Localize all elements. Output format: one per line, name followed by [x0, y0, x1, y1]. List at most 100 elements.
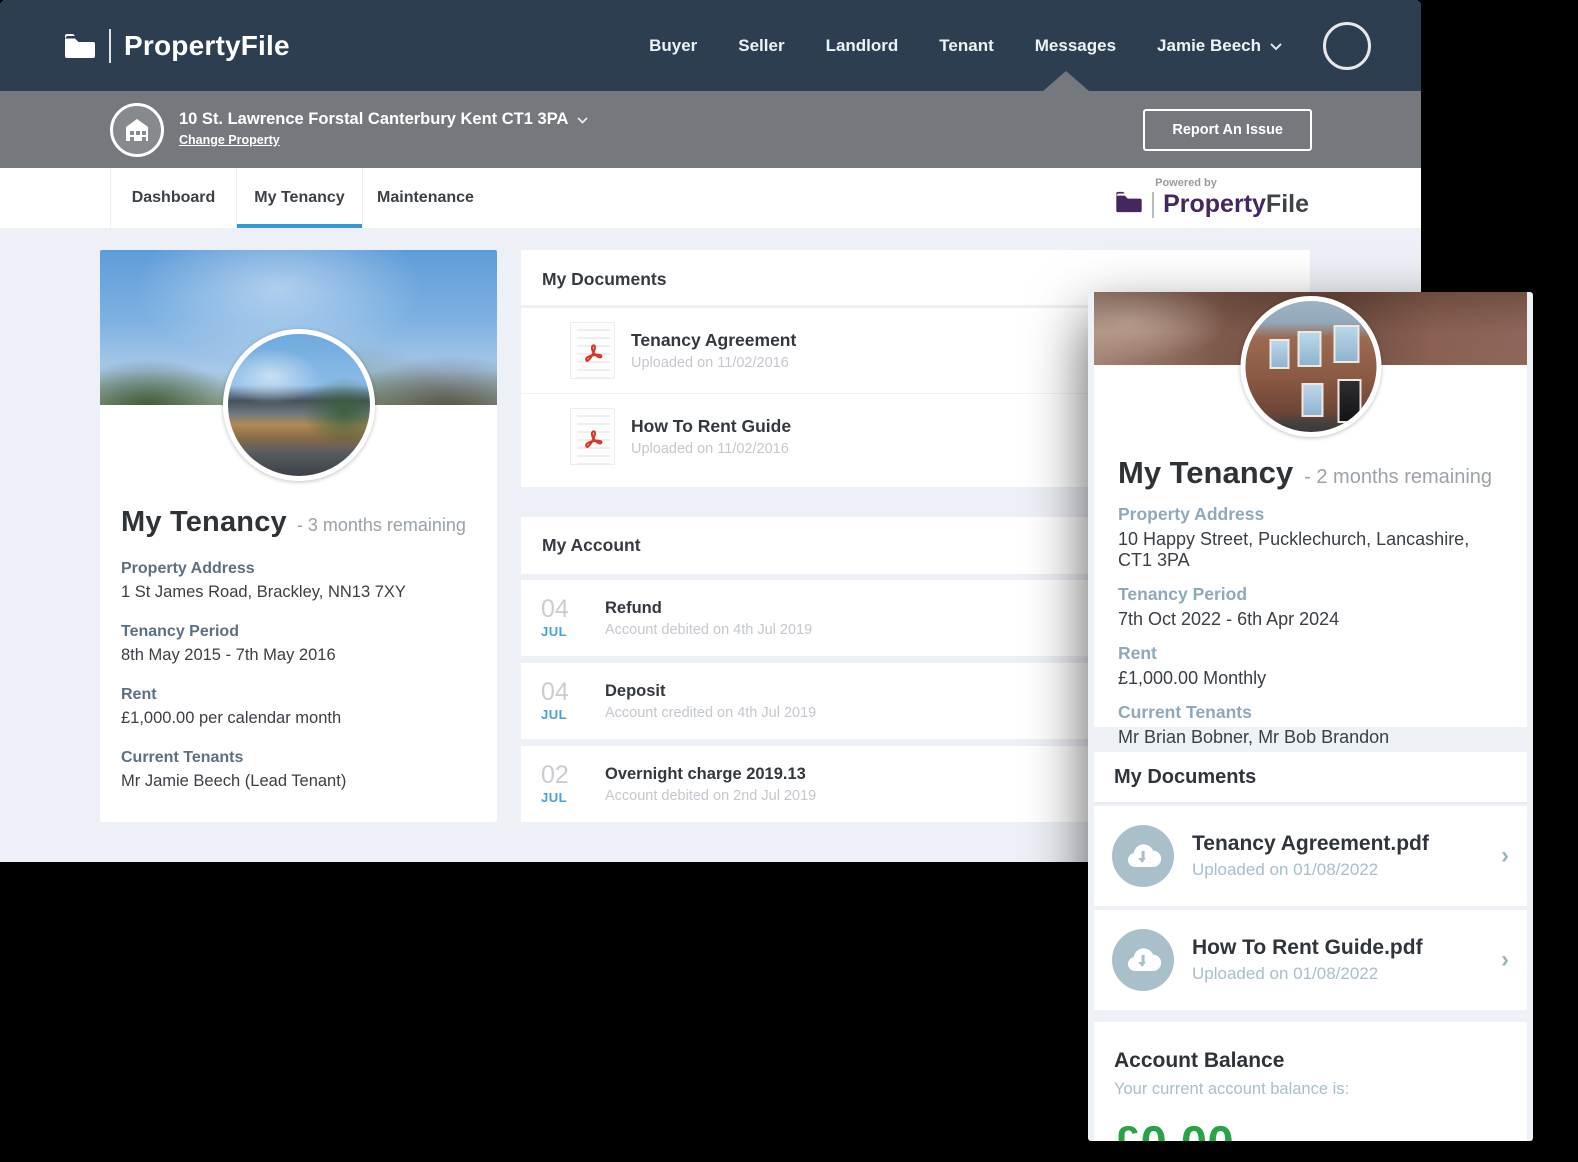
pdf-icon [570, 322, 615, 379]
field-label: Rent [121, 686, 476, 704]
chevron-right-icon: › [1501, 842, 1509, 870]
nav-landlord[interactable]: Landlord [826, 36, 899, 56]
transaction-month: JUL [541, 790, 585, 805]
brand-divider [109, 29, 111, 63]
field-property-address: Property Address 10 Happy Street, Puckle… [1118, 504, 1503, 571]
account-balance-card: Account Balance Your current account bal… [1094, 1022, 1527, 1141]
property-address: 10 St. Lawrence Forstal Canterbury Kent … [179, 110, 568, 129]
brand-logo[interactable]: PropertyFile [64, 29, 290, 63]
field-label: Current Tenants [1118, 702, 1503, 723]
tab-bar: Dashboard My Tenancy Maintenance Powered… [0, 168, 1421, 228]
field-value: Mr Brian Bobner, Mr Bob Brandon [1118, 727, 1503, 748]
transaction-month: JUL [541, 707, 585, 722]
field-tenancy-period: Tenancy Period 8th May 2015 - 7th May 20… [121, 623, 476, 665]
field-value: £1,000.00 per calendar month [121, 709, 476, 728]
nav-buyer[interactable]: Buyer [649, 36, 697, 56]
document-uploaded: Uploaded on 11/02/2016 [631, 441, 791, 457]
document-name: Tenancy Agreement.pdf [1192, 832, 1429, 856]
account-balance-subtitle: Your current account balance is: [1114, 1080, 1507, 1099]
mobile-preview-card: My Tenancy - 2 months remaining Property… [1088, 292, 1533, 1141]
transaction-date: 02 JUL [541, 763, 585, 805]
field-label: Rent [1118, 643, 1503, 664]
transaction-desc: Account credited on 4th Jul 2019 [605, 705, 816, 721]
mobile-documents-title: My Documents [1094, 752, 1527, 804]
field-current-tenants: Current Tenants Mr Brian Bobner, Mr Bob … [1118, 702, 1503, 748]
account-balance-title: Account Balance [1114, 1049, 1507, 1073]
tenancy-remaining: - 3 months remaining [297, 515, 466, 536]
field-value: £1,000.00 Monthly [1118, 668, 1503, 689]
nav-tenant[interactable]: Tenant [939, 36, 993, 56]
nav-messages[interactable]: Messages [1035, 36, 1116, 56]
field-current-tenants: Current Tenants Mr Jamie Beech (Lead Ten… [121, 749, 476, 791]
document-name: Tenancy Agreement [631, 330, 796, 351]
field-rent: Rent £1,000.00 Monthly [1118, 643, 1503, 689]
folder-icon [1115, 191, 1143, 218]
avatar[interactable] [1323, 22, 1371, 70]
document-name: How To Rent Guide [631, 416, 791, 437]
field-label: Tenancy Period [121, 623, 476, 641]
powered-brand-property: Property [1163, 190, 1266, 218]
powered-by-logo: Powered by PropertyFile [1115, 177, 1309, 219]
field-label: Property Address [1118, 504, 1503, 525]
field-label: Tenancy Period [1118, 584, 1503, 605]
field-property-address: Property Address 1 St James Road, Brackl… [121, 560, 476, 602]
field-tenancy-period: Tenancy Period 7th Oct 2022 - 6th Apr 20… [1118, 584, 1503, 630]
report-issue-button[interactable]: Report An Issue [1143, 109, 1312, 151]
brand-name: PropertyFile [124, 30, 290, 62]
transaction-day: 02 [541, 763, 585, 788]
mobile-tenancy-title: My Tenancy [1118, 455, 1293, 491]
transaction-day: 04 [541, 597, 585, 622]
field-label: Property Address [121, 560, 476, 578]
field-value: 10 Happy Street, Pucklechurch, Lancashir… [1118, 529, 1503, 571]
nav-seller[interactable]: Seller [738, 36, 784, 56]
mobile-tenancy-remaining: - 2 months remaining [1304, 466, 1492, 489]
field-value: 7th Oct 2022 - 6th Apr 2024 [1118, 609, 1503, 630]
transaction-name: Deposit [605, 682, 816, 701]
document-uploaded: Uploaded on 01/08/2022 [1192, 860, 1429, 880]
folder-icon [64, 33, 96, 59]
document-uploaded: Uploaded on 11/02/2016 [631, 355, 796, 371]
top-navigation-bar: PropertyFile Buyer Seller Landlord Tenan… [0, 0, 1421, 91]
user-name: Jamie Beech [1157, 36, 1261, 56]
property-address-dropdown[interactable]: 10 St. Lawrence Forstal Canterbury Kent … [179, 110, 588, 129]
property-photo [223, 329, 375, 481]
account-balance-amount: £0.00 [1114, 1115, 1507, 1141]
cloud-download-icon [1112, 825, 1174, 887]
transaction-desc: Account debited on 2nd Jul 2019 [605, 788, 816, 804]
document-name: How To Rent Guide.pdf [1192, 936, 1423, 960]
user-menu[interactable]: Jamie Beech [1157, 36, 1282, 56]
powered-by-text: Powered by [1155, 177, 1309, 189]
property-photo [1240, 296, 1381, 437]
mobile-document-row-tenancy-agreement[interactable]: Tenancy Agreement.pdf Uploaded on 01/08/… [1094, 806, 1527, 906]
tenancy-card-title: My Tenancy [121, 506, 287, 539]
transaction-desc: Account debited on 4th Jul 2019 [605, 622, 812, 638]
tab-my-tenancy[interactable]: My Tenancy [236, 168, 362, 228]
document-uploaded: Uploaded on 01/08/2022 [1192, 964, 1423, 984]
pdf-icon [570, 408, 615, 465]
field-value: 8th May 2015 - 7th May 2016 [121, 646, 476, 665]
chevron-down-icon [1270, 36, 1282, 56]
transaction-date: 04 JUL [541, 680, 585, 722]
tab-maintenance[interactable]: Maintenance [362, 168, 488, 228]
tab-dashboard[interactable]: Dashboard [110, 168, 236, 228]
transaction-name: Refund [605, 599, 812, 618]
brand-divider [1152, 192, 1154, 218]
change-property-link[interactable]: Change Property [179, 133, 280, 147]
cloud-download-icon [1112, 929, 1174, 991]
transaction-name: Overnight charge 2019.13 [605, 765, 816, 784]
house-icon [110, 103, 164, 157]
field-value: 1 St James Road, Brackley, NN13 7XY [121, 583, 476, 602]
field-value: Mr Jamie Beech (Lead Tenant) [121, 772, 476, 791]
field-label: Current Tenants [121, 749, 476, 767]
messages-notch [1043, 71, 1089, 91]
property-summary: 10 St. Lawrence Forstal Canterbury Kent … [110, 103, 588, 157]
tenancy-summary-card: My Tenancy - 3 months remaining Property… [100, 250, 497, 822]
transaction-month: JUL [541, 624, 585, 639]
mobile-tenancy-card: My Tenancy - 2 months remaining Property… [1094, 292, 1527, 727]
property-selector-bar: 10 St. Lawrence Forstal Canterbury Kent … [0, 91, 1421, 168]
mobile-document-row-how-to-rent[interactable]: How To Rent Guide.pdf Uploaded on 01/08/… [1094, 910, 1527, 1010]
transaction-date: 04 JUL [541, 597, 585, 639]
top-nav: Buyer Seller Landlord Tenant Messages Ja… [649, 22, 1371, 70]
powered-brand-file: File [1266, 190, 1309, 218]
chevron-right-icon: › [1501, 946, 1509, 974]
